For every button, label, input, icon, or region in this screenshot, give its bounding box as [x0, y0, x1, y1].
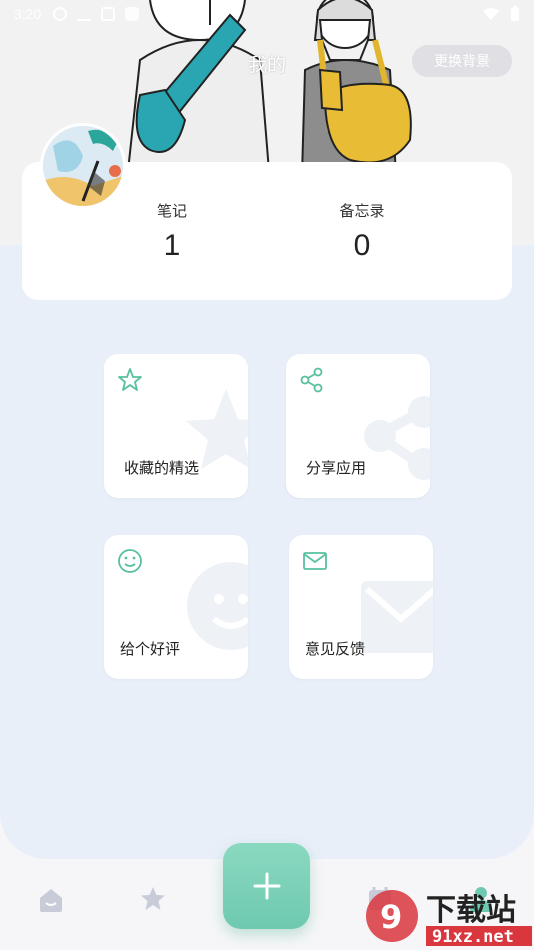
content-panel — [0, 245, 534, 859]
favorites-tile[interactable]: 收藏的精选 — [104, 354, 248, 498]
sim-icon — [101, 7, 116, 21]
mail-icon — [303, 552, 327, 570]
avatar-image — [43, 126, 123, 206]
status-time: 3:20 — [14, 6, 42, 22]
download-icon — [77, 7, 92, 21]
site-watermark-logo: 9 下载站 91xz.net — [366, 890, 532, 947]
home-icon[interactable] — [36, 884, 66, 914]
stat-memos[interactable]: 备忘录 0 — [302, 200, 422, 263]
battery-icon — [511, 6, 519, 21]
share-app-tile[interactable]: 分享应用 — [286, 354, 430, 498]
stat-notes[interactable]: 笔记 1 — [112, 200, 232, 263]
favorites-label: 收藏的精选 — [124, 459, 200, 477]
feedback-label: 意见反馈 — [305, 640, 366, 658]
status-right — [482, 6, 520, 22]
stat-memos-value: 0 — [353, 229, 371, 262]
share-icon — [300, 367, 323, 393]
stat-notes-value: 1 — [163, 229, 181, 262]
status-bar: 3:20 — [0, 0, 534, 28]
change-background-button[interactable]: 更换背景 — [412, 45, 512, 77]
share-app-label: 分享应用 — [306, 459, 367, 477]
sync-icon — [53, 7, 68, 21]
smiley-icon — [118, 549, 142, 573]
star-nav-icon[interactable] — [138, 884, 168, 914]
rate-app-label: 给个好评 — [120, 640, 181, 658]
status-icons — [53, 7, 140, 21]
wifi-icon — [483, 8, 499, 20]
svg-text:下载站: 下载站 — [426, 893, 516, 928]
stat-notes-label: 笔记 — [156, 202, 187, 220]
stat-memos-label: 备忘录 — [339, 202, 385, 220]
svg-text:91xz.net: 91xz.net — [432, 927, 514, 947]
smiley-watermark-icon — [187, 562, 248, 650]
avatar[interactable] — [40, 123, 126, 209]
image-icon — [125, 7, 140, 21]
mail-watermark-icon — [361, 581, 433, 653]
feedback-tile[interactable]: 意见反馈 — [289, 535, 433, 679]
share-watermark-icon — [364, 396, 430, 480]
rate-app-tile[interactable]: 给个好评 — [104, 535, 248, 679]
plus-icon — [253, 872, 280, 900]
svg-text:9: 9 — [380, 898, 402, 936]
star-icon — [118, 368, 142, 391]
add-note-button[interactable] — [223, 843, 310, 929]
